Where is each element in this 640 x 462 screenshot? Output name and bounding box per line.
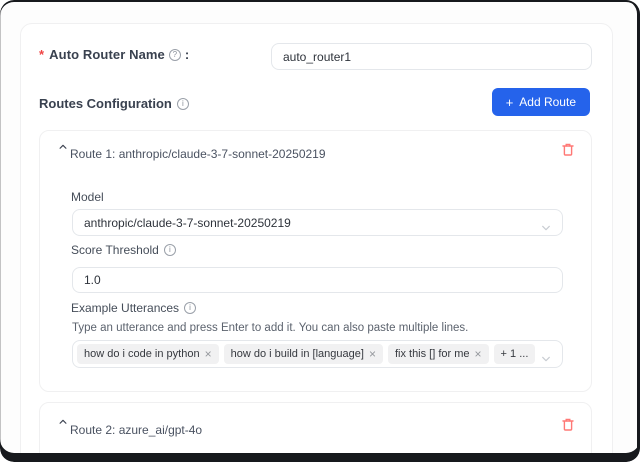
route-2-panel: Route 2: azure_ai/gpt-4o	[39, 402, 592, 462]
utterance-tag: fix this [] for me ×	[388, 344, 489, 364]
plus-icon: +	[506, 96, 514, 109]
auto-router-name-input[interactable]	[271, 43, 592, 70]
question-circle-icon[interactable]: ?	[169, 49, 181, 61]
tag-close-icon[interactable]: ×	[205, 348, 212, 360]
utterance-tag-label: how do i build in [language]	[231, 348, 364, 360]
utterances-tags-input[interactable]: how do i code in python × how do i build…	[72, 340, 563, 368]
collapse-chevron-up-icon[interactable]	[55, 414, 71, 430]
model-label: Model	[71, 190, 104, 204]
auto-router-form-card: * Auto Router Name ? : Routes Configurat…	[20, 23, 613, 462]
utterance-tag-label: how do i code in python	[84, 348, 200, 360]
screenshot-stage: * Auto Router Name ? : Routes Configurat…	[0, 0, 640, 462]
utterances-hint-text: Type an utterance and press Enter to add…	[72, 322, 468, 334]
auto-router-name-label: * Auto Router Name ? :	[39, 47, 189, 62]
required-asterisk: *	[39, 47, 44, 62]
app-window: * Auto Router Name ? : Routes Configurat…	[0, 0, 640, 462]
route-1-title: Route 1: anthropic/claude-3-7-sonnet-202…	[70, 147, 326, 161]
chevron-down-icon	[541, 219, 551, 237]
info-circle-icon[interactable]: i	[177, 98, 189, 110]
utterance-tag: how do i build in [language] ×	[224, 344, 383, 364]
utterance-overflow-tag[interactable]: + 1 ...	[494, 344, 536, 364]
example-utterances-label: Example Utterances	[71, 301, 179, 315]
utterance-tag-label: fix this [] for me	[395, 348, 470, 360]
score-threshold-label: Score Threshold	[71, 243, 159, 257]
tag-close-icon[interactable]: ×	[475, 348, 482, 360]
model-select[interactable]: anthropic/claude-3-7-sonnet-20250219	[72, 209, 563, 236]
score-threshold-input[interactable]	[72, 267, 563, 293]
utterance-tag: how do i code in python ×	[77, 344, 219, 364]
model-select-value: anthropic/claude-3-7-sonnet-20250219	[84, 216, 291, 230]
collapse-chevron-up-icon[interactable]	[55, 139, 71, 155]
routes-configuration-label-text: Routes Configuration	[39, 96, 172, 111]
utterance-overflow-label: + 1 ...	[501, 348, 529, 360]
info-circle-icon[interactable]: i	[184, 302, 196, 314]
chevron-down-icon	[541, 350, 551, 368]
route-1-panel: Route 1: anthropic/claude-3-7-sonnet-202…	[39, 130, 592, 392]
delete-route-icon[interactable]	[560, 142, 576, 158]
tag-close-icon[interactable]: ×	[369, 348, 376, 360]
routes-configuration-label: Routes Configuration i	[39, 96, 189, 111]
delete-route-icon[interactable]	[560, 417, 576, 433]
add-route-button-label: Add Route	[519, 95, 576, 109]
add-route-button[interactable]: + Add Route	[492, 88, 590, 116]
label-colon: :	[185, 47, 189, 62]
route-2-title: Route 2: azure_ai/gpt-4o	[70, 423, 202, 437]
info-circle-icon[interactable]: i	[164, 244, 176, 256]
auto-router-name-label-text: Auto Router Name	[49, 47, 165, 62]
